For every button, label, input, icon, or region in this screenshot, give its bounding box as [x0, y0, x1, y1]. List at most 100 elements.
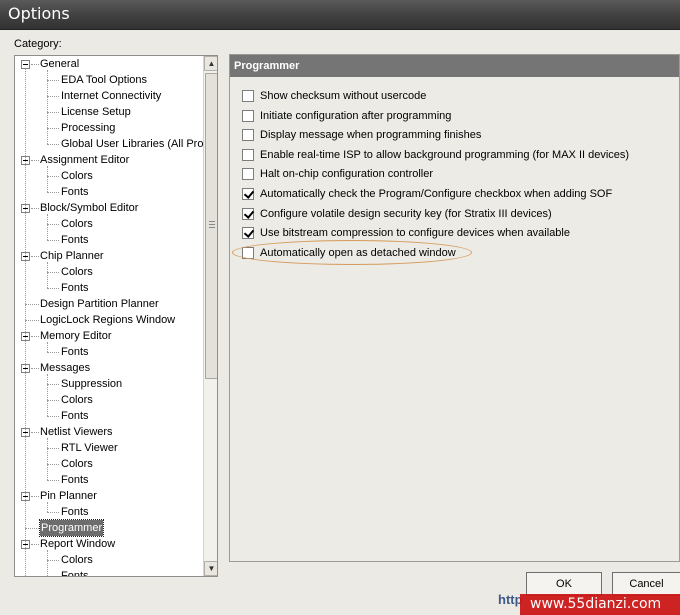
tree-item[interactable]: Assignment Editor — [15, 152, 203, 168]
tree-scrollbar[interactable]: ▲ ▼ — [203, 56, 217, 576]
option-checkbox[interactable] — [242, 109, 254, 122]
tree-item[interactable]: Colors — [15, 264, 203, 280]
tree-connector — [47, 384, 59, 385]
tree-connector — [31, 368, 39, 369]
tree-connector — [47, 192, 59, 193]
tree-item-label: Fonts — [61, 282, 89, 294]
tree-connector — [47, 70, 48, 144]
option-checkbox[interactable] — [242, 168, 254, 181]
tree-item-label: Chip Planner — [40, 250, 104, 262]
scroll-thumb[interactable] — [205, 73, 217, 379]
tree-connector — [47, 352, 59, 353]
scroll-down-icon[interactable]: ▼ — [204, 561, 217, 576]
tree-item[interactable]: Global User Libraries (All Proje — [15, 136, 203, 152]
tree-item-label: EDA Tool Options — [61, 74, 148, 86]
tree-item-label: Fonts — [61, 234, 89, 246]
tree-item[interactable]: General — [15, 56, 203, 72]
option-checkbox[interactable] — [242, 227, 254, 240]
ok-button[interactable]: OK — [526, 572, 602, 596]
tree-item-label: General — [40, 58, 80, 70]
tree-connector — [47, 448, 59, 449]
tree-item[interactable]: Pin Planner — [15, 488, 203, 504]
tree-item[interactable]: Colors — [15, 168, 203, 184]
highlight-ellipse — [232, 240, 472, 265]
tree-item[interactable]: Suppression — [15, 376, 203, 392]
tree-item-label: LogicLock Regions Window — [40, 314, 176, 326]
tree-item[interactable]: Fonts — [15, 344, 203, 360]
tree-item[interactable]: Report Window — [15, 536, 203, 552]
title-bar[interactable]: Options — [0, 0, 680, 30]
tree-connector — [25, 68, 26, 576]
tree-item[interactable]: Colors — [15, 552, 203, 568]
tree-item-label: RTL Viewer — [61, 442, 118, 454]
tree-item[interactable]: License Setup — [15, 104, 203, 120]
tree-connector — [31, 336, 39, 337]
tree-item-label: Assignment Editor — [40, 154, 130, 166]
tree-connector — [47, 400, 59, 401]
tree-connector — [47, 166, 48, 192]
tree-item[interactable]: Block/Symbol Editor — [15, 200, 203, 216]
tree-item[interactable]: RTL Viewer — [15, 440, 203, 456]
watermark: www.55dianzi.com — [520, 594, 680, 615]
option-label: Display message when programming finishe… — [260, 129, 482, 142]
tree-connector — [31, 160, 39, 161]
grip-icon — [209, 221, 215, 228]
tree-item-label: License Setup — [61, 106, 131, 118]
tree-item-label: Fonts — [61, 506, 89, 518]
tree-connector — [31, 64, 39, 65]
option-checkbox[interactable] — [242, 90, 254, 102]
tree-item[interactable]: Memory Editor — [15, 328, 203, 344]
tree-connector — [47, 288, 59, 289]
tree-item[interactable]: EDA Tool Options — [15, 72, 203, 88]
tree-item[interactable]: Fonts — [15, 280, 203, 296]
tree-connector — [31, 256, 39, 257]
tree-item[interactable]: Fonts — [15, 232, 203, 248]
tree-connector — [47, 464, 59, 465]
tree-item-label: Colors — [61, 218, 93, 230]
tree-item-label: Colors — [61, 266, 93, 278]
tree-connector — [31, 432, 39, 433]
tree-item[interactable]: Colors — [15, 216, 203, 232]
tree-item[interactable]: Programmer — [15, 519, 203, 537]
cancel-button[interactable]: Cancel — [612, 572, 680, 596]
tree-connector — [47, 550, 48, 576]
tree-item[interactable]: Design Partition Planner — [15, 296, 203, 312]
tree-connector — [31, 544, 39, 545]
tree-item[interactable]: Processing — [15, 120, 203, 136]
option-checkbox[interactable] — [242, 129, 254, 142]
option-checkbox[interactable] — [242, 188, 254, 200]
tree-item[interactable]: Netlist Viewers — [15, 424, 203, 440]
category-tree[interactable]: General EDA Tool Options Internet Connecti… — [14, 55, 218, 577]
tree-item-label: Fonts — [61, 346, 89, 358]
tree-connector — [25, 304, 39, 305]
tree-connector — [47, 502, 48, 512]
tree-item-label: Internet Connectivity — [61, 90, 162, 102]
option-label: Use bitstream compression to configure d… — [260, 227, 570, 240]
tree-item[interactable]: Colors — [15, 392, 203, 408]
tree-item[interactable]: Messages — [15, 360, 203, 376]
tree-item[interactable]: Chip Planner — [15, 248, 203, 264]
tree-item[interactable]: Fonts — [15, 504, 203, 520]
tree-connector — [25, 528, 39, 529]
tree-connector — [47, 144, 59, 145]
option-checkbox[interactable] — [242, 207, 254, 220]
tree-item[interactable]: LogicLock Regions Window — [15, 312, 203, 328]
scroll-up-icon[interactable]: ▲ — [204, 56, 217, 71]
tree-connector — [47, 512, 59, 513]
tree-item[interactable]: Internet Connectivity — [15, 88, 203, 104]
tree-connector — [31, 208, 39, 209]
tree-item[interactable]: Fonts — [15, 408, 203, 424]
tree-connector — [47, 240, 59, 241]
tree-item[interactable]: Fonts — [15, 472, 203, 488]
tree-item-label: Fonts — [61, 186, 89, 198]
tree-item-label: Design Partition Planner — [40, 298, 159, 310]
tree-connector — [47, 416, 59, 417]
option-label: Automatically check the Program/Configur… — [260, 188, 613, 200]
tree-item[interactable]: Fonts — [15, 184, 203, 200]
tree-item[interactable]: Colors — [15, 456, 203, 472]
tree-item-label: Memory Editor — [40, 330, 112, 342]
tree-connector — [47, 438, 48, 480]
option-checkbox[interactable] — [242, 148, 254, 161]
tree-item[interactable]: Fonts — [15, 568, 203, 576]
option-label: Halt on-chip configuration controller — [260, 168, 434, 181]
